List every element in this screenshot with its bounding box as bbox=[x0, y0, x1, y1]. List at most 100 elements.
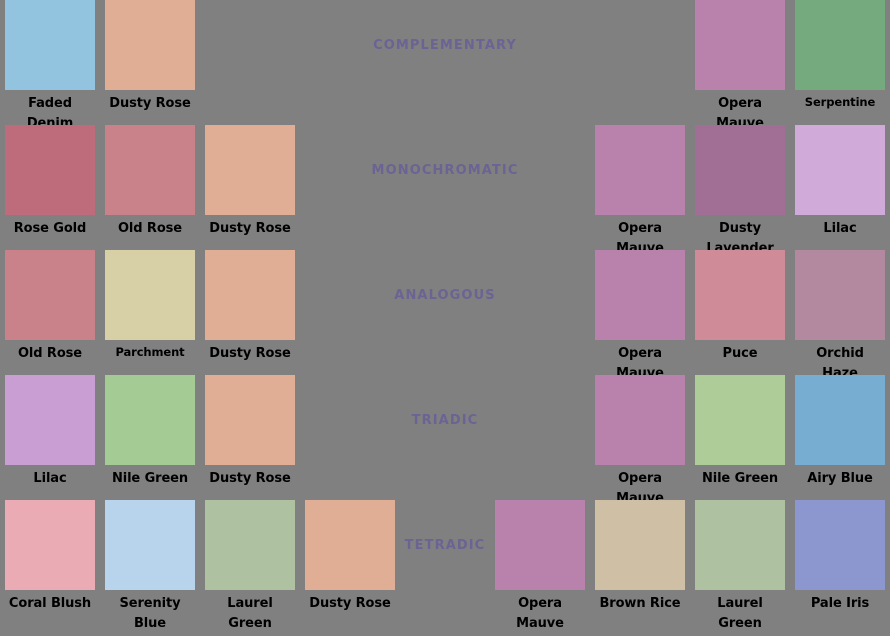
color-swatch-cell[interactable]: Opera Mauve bbox=[595, 250, 685, 383]
color-swatch-cell[interactable]: Pale Iris bbox=[795, 500, 885, 614]
color-swatch-label: Lilac bbox=[823, 221, 857, 236]
color-swatch[interactable] bbox=[205, 250, 295, 340]
left-palette-group: Rose Gold Old Rose Dusty Rose bbox=[0, 125, 300, 239]
color-swatch-cell[interactable]: Dusty Rose bbox=[205, 125, 295, 239]
color-swatch-cell[interactable]: Serpentine bbox=[795, 0, 885, 111]
color-swatch-label: Brown Rice bbox=[599, 596, 681, 611]
color-swatch-label: Dusty Rose bbox=[209, 346, 291, 361]
color-swatch-cell[interactable]: Faded Denim bbox=[5, 0, 95, 133]
color-swatch-label: Serenity Blue bbox=[119, 596, 181, 631]
color-swatch-cell[interactable]: Old Rose bbox=[105, 125, 195, 239]
color-swatch[interactable] bbox=[105, 500, 195, 590]
color-swatch-cell[interactable]: Nile Green bbox=[695, 375, 785, 489]
color-swatch-cell[interactable]: Dusty Rose bbox=[205, 375, 295, 489]
color-swatch[interactable] bbox=[5, 500, 95, 590]
scheme-row-analogous: Old Rose Parchment Dusty Rose ANALOGOUS Oper… bbox=[0, 250, 890, 383]
left-palette-group: Lilac Nile Green Dusty Rose bbox=[0, 375, 300, 489]
color-swatch[interactable] bbox=[5, 250, 95, 340]
color-swatch-label: Dusty Rose bbox=[209, 471, 291, 486]
color-swatch-cell[interactable]: Dusty Rose bbox=[205, 250, 295, 364]
color-swatch[interactable] bbox=[105, 375, 195, 465]
color-swatch-cell[interactable]: Orchid Haze bbox=[795, 250, 885, 383]
right-palette-group: Opera Mauve Puce Orchid Haze bbox=[590, 250, 890, 383]
color-swatch-label: Lilac bbox=[33, 471, 67, 486]
color-swatch[interactable] bbox=[695, 0, 785, 90]
color-swatch-cell[interactable]: Opera Mauve bbox=[695, 0, 785, 133]
scheme-row-tetradic: Coral Blush Serenity Blue Laurel Green Dust… bbox=[0, 500, 890, 633]
color-swatch[interactable] bbox=[305, 500, 395, 590]
color-swatch-label: Nile Green bbox=[701, 471, 779, 486]
color-swatch[interactable] bbox=[105, 125, 195, 215]
color-swatch-label: Parchment bbox=[115, 345, 185, 359]
color-swatch[interactable] bbox=[105, 250, 195, 340]
color-swatch-label: Coral Blush bbox=[8, 596, 92, 611]
color-swatch-cell[interactable]: Nile Green bbox=[105, 375, 195, 489]
color-swatch[interactable] bbox=[5, 125, 95, 215]
color-swatch-cell[interactable]: Old Rose bbox=[5, 250, 95, 364]
color-swatch-cell[interactable]: Airy Blue bbox=[795, 375, 885, 489]
scheme-title: TETRADIC bbox=[404, 538, 486, 553]
left-palette-group: Faded Denim Dusty Rose bbox=[0, 0, 200, 133]
right-palette-group: Opera Mauve Brown Rice Laurel Green Pale Ir… bbox=[490, 500, 890, 633]
color-swatch[interactable] bbox=[595, 500, 685, 590]
color-swatch-label: Laurel Green bbox=[227, 596, 273, 631]
scheme-title: MONOCHROMATIC bbox=[371, 163, 519, 178]
left-palette-group: Old Rose Parchment Dusty Rose bbox=[0, 250, 300, 364]
color-swatch-cell[interactable]: Parchment bbox=[105, 250, 195, 361]
color-swatch[interactable] bbox=[695, 125, 785, 215]
scheme-row-monochromatic: Rose Gold Old Rose Dusty Rose MONOCHROMATIC… bbox=[0, 125, 890, 258]
color-swatch-cell[interactable]: Dusty Lavender bbox=[695, 125, 785, 258]
right-palette-group: Opera Mauve Serpentine bbox=[690, 0, 890, 133]
color-harmony-board: Faded Denim Dusty Rose COMPLEMENTARY Opera … bbox=[0, 0, 890, 636]
color-swatch-cell[interactable]: Puce bbox=[695, 250, 785, 364]
scheme-row-complementary: Faded Denim Dusty Rose COMPLEMENTARY Opera … bbox=[0, 0, 890, 133]
color-swatch[interactable] bbox=[495, 500, 585, 590]
color-swatch[interactable] bbox=[695, 500, 785, 590]
color-swatch[interactable] bbox=[205, 125, 295, 215]
color-swatch-label: Dusty Rose bbox=[109, 96, 191, 111]
color-swatch[interactable] bbox=[5, 375, 95, 465]
color-swatch-cell[interactable]: Dusty Rose bbox=[305, 500, 395, 614]
color-swatch[interactable] bbox=[105, 0, 195, 90]
color-swatch-cell[interactable]: Laurel Green bbox=[205, 500, 295, 633]
color-swatch-label: Nile Green bbox=[111, 471, 189, 486]
color-swatch-label: Puce bbox=[722, 346, 758, 361]
color-swatch-cell[interactable]: Dusty Rose bbox=[105, 0, 195, 114]
color-swatch-cell[interactable]: Opera Mauve bbox=[495, 500, 585, 633]
color-swatch[interactable] bbox=[5, 0, 95, 90]
color-swatch-cell[interactable]: Opera Mauve bbox=[595, 125, 685, 258]
color-swatch[interactable] bbox=[595, 125, 685, 215]
color-swatch[interactable] bbox=[795, 0, 885, 90]
color-swatch[interactable] bbox=[695, 250, 785, 340]
color-swatch-cell[interactable]: Brown Rice bbox=[595, 500, 685, 614]
scheme-title: TRIADIC bbox=[411, 413, 479, 428]
color-swatch-cell[interactable]: Opera Mauve bbox=[595, 375, 685, 508]
color-swatch[interactable] bbox=[695, 375, 785, 465]
color-swatch-cell[interactable]: Rose Gold bbox=[5, 125, 95, 239]
color-swatch[interactable] bbox=[595, 250, 685, 340]
color-swatch[interactable] bbox=[595, 375, 685, 465]
color-swatch-label: Pale Iris bbox=[810, 596, 870, 611]
color-swatch-label: Serpentine bbox=[804, 95, 876, 109]
color-swatch-label: Laurel Green bbox=[717, 596, 763, 631]
color-swatch-label: Airy Blue bbox=[807, 471, 873, 486]
left-palette-group: Coral Blush Serenity Blue Laurel Green Dust… bbox=[0, 500, 400, 633]
color-swatch-label: Rose Gold bbox=[13, 221, 87, 236]
color-swatch[interactable] bbox=[795, 500, 885, 590]
right-palette-group: Opera Mauve Nile Green Airy Blue bbox=[590, 375, 890, 508]
color-swatch-label: Dusty Rose bbox=[209, 221, 291, 236]
right-palette-group: Opera Mauve Dusty Lavender Lilac bbox=[590, 125, 890, 258]
color-swatch-cell[interactable]: Coral Blush bbox=[5, 500, 95, 614]
color-swatch[interactable] bbox=[205, 375, 295, 465]
color-swatch-label: Opera Mauve bbox=[516, 596, 564, 631]
color-swatch[interactable] bbox=[205, 500, 295, 590]
color-swatch[interactable] bbox=[795, 250, 885, 340]
color-swatch-cell[interactable]: Serenity Blue bbox=[105, 500, 195, 633]
scheme-title: COMPLEMENTARY bbox=[373, 38, 517, 53]
color-swatch-cell[interactable]: Laurel Green bbox=[695, 500, 785, 633]
color-swatch[interactable] bbox=[795, 375, 885, 465]
color-swatch-cell[interactable]: Lilac bbox=[5, 375, 95, 489]
scheme-row-triadic: Lilac Nile Green Dusty Rose TRIADIC Opera Ma… bbox=[0, 375, 890, 508]
color-swatch[interactable] bbox=[795, 125, 885, 215]
color-swatch-cell[interactable]: Lilac bbox=[795, 125, 885, 239]
